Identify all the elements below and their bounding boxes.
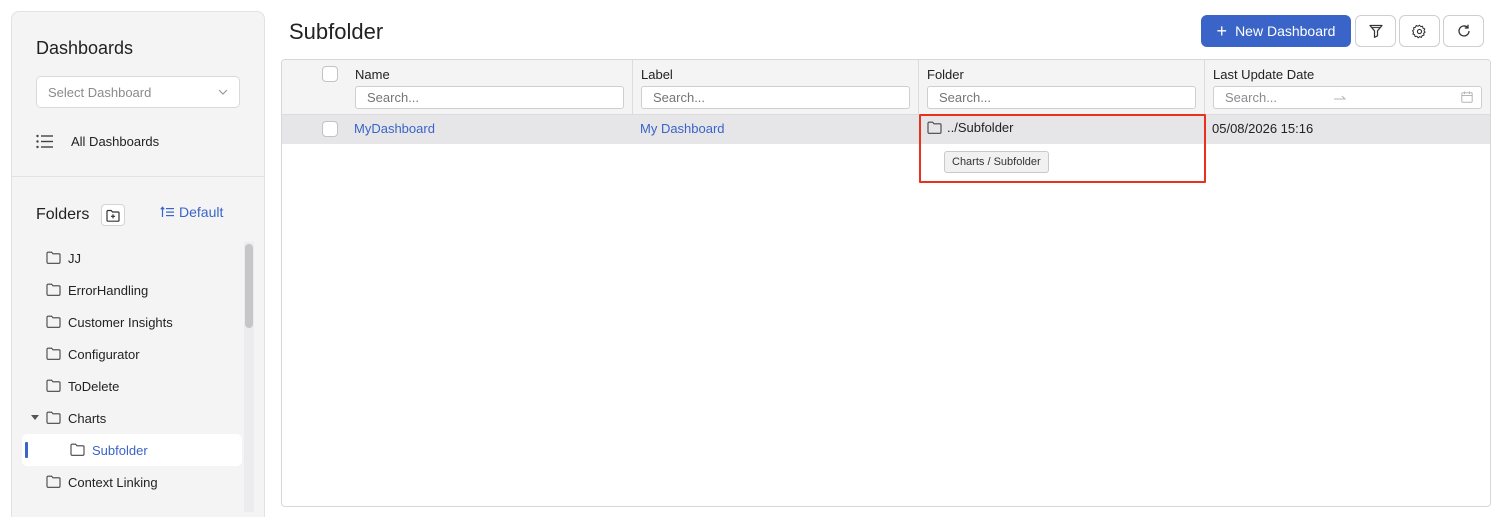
column-header-last-update: Last Update Date: [1213, 67, 1315, 82]
folder-icon: [46, 475, 61, 488]
sort-icon: [160, 206, 174, 217]
folders-header: Folders: [36, 204, 126, 226]
folder-icon: [70, 443, 85, 456]
all-dashboards-label: All Dashboards: [71, 134, 160, 149]
column-label: Label: [632, 60, 918, 115]
refresh-button[interactable]: [1443, 15, 1484, 47]
folder-item-subfolder[interactable]: Subfolder: [22, 434, 242, 466]
chevron-down-icon: [218, 89, 228, 95]
column-name: Name: [346, 60, 632, 115]
folders-title: Folders: [36, 206, 90, 223]
last-update-date: 05/08/2026 15:16: [1212, 121, 1314, 136]
table-row[interactable]: MyDashboard My Dashboard ../Subfolder 05…: [282, 115, 1490, 144]
refresh-icon: [1457, 24, 1470, 37]
calendar-icon: [1461, 91, 1473, 103]
folder-icon: [46, 251, 61, 264]
dashboard-label-link[interactable]: My Dashboard: [640, 121, 725, 136]
folder-sort-label: Default: [179, 204, 224, 220]
dashboard-name-link[interactable]: MyDashboard: [354, 121, 435, 136]
folder-search-input[interactable]: [927, 86, 1196, 109]
column-header-label: Label: [641, 67, 673, 82]
new-dashboard-button[interactable]: + New Dashboard: [1201, 15, 1351, 47]
list-icon: [36, 134, 53, 149]
dashboard-grid: Name Label Folder Last Update Date Searc…: [281, 59, 1491, 507]
folder-item-label: Subfolder: [92, 443, 148, 458]
folder-item-customer-insights[interactable]: Customer Insights: [22, 306, 242, 338]
folder-tree: JJ ErrorHandling Customer Insights Confi…: [22, 242, 242, 498]
folder-icon: [927, 121, 942, 134]
column-header-folder: Folder: [927, 67, 964, 82]
folder-item-jj[interactable]: JJ: [22, 242, 242, 274]
folder-item-label: Customer Insights: [68, 315, 173, 330]
label-search-input[interactable]: [641, 86, 910, 109]
new-dashboard-label: New Dashboard: [1235, 23, 1336, 39]
folder-path: ../Subfolder: [947, 120, 1014, 135]
folder-item-label: JJ: [68, 251, 81, 266]
sidebar-title: Dashboards: [36, 38, 134, 58]
folder-icon: [46, 411, 61, 424]
date-range-placeholder: Search...: [1225, 90, 1278, 105]
all-dashboards-link[interactable]: All Dashboards: [36, 134, 159, 149]
folder-item-label: ErrorHandling: [68, 283, 149, 298]
folder-icon: [46, 315, 61, 328]
folder-scrollbar[interactable]: [244, 242, 254, 512]
filter-button[interactable]: [1355, 15, 1396, 47]
caret-down-icon[interactable]: [31, 415, 39, 420]
folder-item-label: Charts: [68, 411, 107, 426]
folder-plus-icon: [106, 209, 120, 222]
folder-cell[interactable]: ../Subfolder: [927, 120, 1014, 135]
page-title: Subfolder: [289, 19, 384, 44]
folder-item-todelete[interactable]: ToDelete: [22, 370, 242, 402]
settings-icon: [1412, 24, 1426, 38]
scrollbar-thumb[interactable]: [245, 244, 253, 328]
folder-item-context-linking[interactable]: Context Linking: [22, 466, 242, 498]
row-checkbox[interactable]: [322, 121, 338, 137]
date-range-input[interactable]: Search...: [1213, 86, 1482, 109]
folder-path-tooltip: Charts / Subfolder: [944, 151, 1049, 173]
folder-item-label: ToDelete: [68, 379, 120, 394]
arrow-right-icon: [1334, 95, 1346, 100]
dashboard-select-placeholder: Select Dashboard: [48, 84, 152, 100]
folder-item-errorhandling[interactable]: ErrorHandling: [22, 274, 242, 306]
column-header-name: Name: [355, 67, 390, 82]
name-search-input[interactable]: [355, 86, 624, 109]
selected-indicator: [25, 442, 28, 458]
sidebar-divider: [12, 176, 264, 177]
settings-button[interactable]: [1399, 15, 1440, 47]
grid-header: Name Label Folder Last Update Date Searc…: [282, 60, 1490, 115]
folder-sort-button[interactable]: Default: [160, 204, 223, 220]
folder-item-configurator[interactable]: Configurator: [22, 338, 242, 370]
folder-item-charts[interactable]: Charts: [22, 402, 242, 434]
folder-icon: [46, 379, 61, 392]
select-all-checkbox[interactable]: [322, 66, 338, 82]
folder-item-label: Context Linking: [68, 475, 158, 490]
folder-item-label: Configurator: [68, 347, 140, 362]
column-folder: Folder: [918, 60, 1204, 115]
folder-icon: [46, 283, 61, 296]
sidebar: Dashboards Select Dashboard All Dashboar…: [11, 11, 265, 517]
folder-icon: [46, 347, 61, 360]
new-folder-button[interactable]: [101, 204, 126, 226]
column-last-update: Last Update Date Search...: [1204, 60, 1490, 115]
plus-icon: +: [1216, 21, 1228, 41]
app: Dashboards Select Dashboard All Dashboar…: [0, 0, 1503, 517]
dashboard-select[interactable]: Select Dashboard: [36, 76, 240, 108]
filter-icon: [1368, 24, 1383, 38]
